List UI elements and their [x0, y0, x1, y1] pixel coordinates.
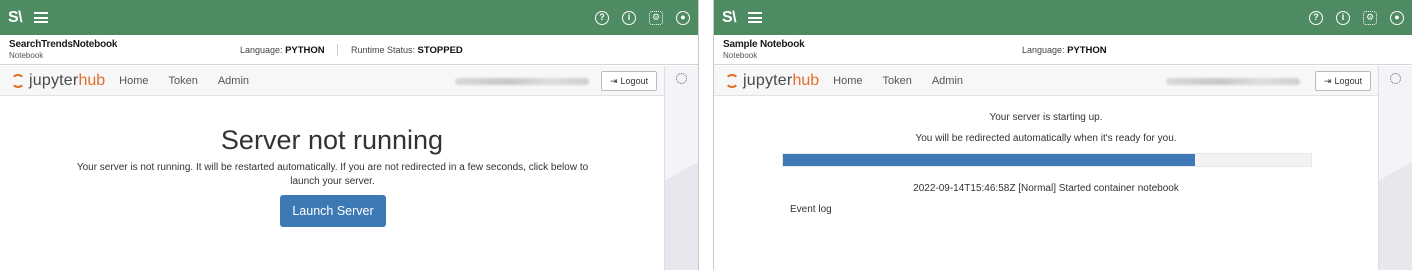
logout-icon: ⇥ [1324, 75, 1332, 86]
notebook-type: Notebook [723, 51, 758, 60]
notebook-type: Notebook [9, 51, 44, 60]
right-sidebar [1378, 66, 1412, 270]
top-icons: ? i ⚙ ● [595, 10, 690, 25]
progress-fill [783, 154, 1195, 166]
logout-button[interactable]: ⇥ Logout [601, 71, 658, 91]
user-icon[interactable]: ● [1390, 10, 1404, 25]
jupyterhub-logo[interactable]: jupyter hub [725, 72, 819, 90]
language-status: Language: PYTHON [240, 45, 325, 56]
divider [337, 44, 338, 56]
info-icon[interactable]: i [1336, 10, 1350, 25]
right-sidebar [664, 66, 698, 270]
page-title: Server not running [220, 125, 444, 155]
runtime-label: Runtime Status: [351, 45, 416, 55]
right-panel: S\ ? i ⚙ ● Sample Notebook Notebook Lang… [714, 0, 1412, 270]
nav-links: Home Token Admin [833, 75, 963, 87]
language-value: PYTHON [285, 45, 325, 56]
runtime-status: Runtime Status: STOPPED [351, 45, 463, 56]
event-log-toggle[interactable]: Event log [790, 204, 832, 215]
hamburger-menu-icon[interactable] [748, 12, 763, 23]
gear-icon[interactable]: ⚙ [649, 10, 663, 25]
language-status: Language: PYTHON [1022, 45, 1107, 56]
runtime-value: STOPPED [417, 45, 463, 56]
notebook-bar: SearchTrendsNotebook Notebook Language: … [0, 35, 698, 65]
launch-server-button[interactable]: Launch Server [280, 195, 386, 227]
jupyter-ring-icon [725, 73, 739, 88]
nav-home[interactable]: Home [119, 75, 148, 87]
left-panel: S\ ? i ⚙ ● SearchTrendsNotebook Notebook… [0, 0, 698, 270]
notebook-name: Sample Notebook [723, 39, 805, 50]
brand-logo[interactable]: S\ [722, 9, 737, 27]
top-bar: S\ ? i ⚙ ● [0, 0, 698, 35]
user-email-blurred [1166, 78, 1300, 85]
jupyterhub-header: jupyter hub Home Token Admin ⇥ Logout [0, 66, 664, 96]
logout-icon: ⇥ [610, 75, 618, 86]
hamburger-menu-icon[interactable] [34, 12, 49, 23]
panel-gap [698, 0, 714, 270]
settings-gear-icon[interactable] [676, 73, 687, 84]
nav-admin[interactable]: Admin [932, 75, 963, 87]
jupyterhub-header: jupyter hub Home Token Admin ⇥ Logout [714, 66, 1378, 96]
top-icons: ? i ⚙ ● [1309, 10, 1404, 25]
help-icon[interactable]: ? [595, 10, 609, 25]
logout-button[interactable]: ⇥ Logout [1315, 71, 1372, 91]
nav-links: Home Token Admin [119, 75, 249, 87]
jupyter-ring-icon [11, 73, 25, 88]
top-bar: S\ ? i ⚙ ● [714, 0, 1412, 35]
progress-bar [782, 153, 1312, 167]
notebook-bar: Sample Notebook Notebook Language: PYTHO… [714, 35, 1412, 65]
brand-logo[interactable]: S\ [8, 9, 23, 27]
nav-admin[interactable]: Admin [218, 75, 249, 87]
nav-home[interactable]: Home [833, 75, 862, 87]
info-icon[interactable]: i [622, 10, 636, 25]
nav-token[interactable]: Token [882, 75, 911, 87]
settings-gear-icon[interactable] [1390, 73, 1401, 84]
screenshot: S\ ? i ⚙ ● SearchTrendsNotebook Notebook… [0, 0, 1412, 270]
help-icon[interactable]: ? [1309, 10, 1323, 25]
event-message: 2022-09-14T15:46:58Z [Normal] Started co… [913, 183, 1179, 194]
starting-message: Your server is starting up. [989, 112, 1103, 123]
jupyterhub-logo[interactable]: jupyter hub [11, 72, 105, 90]
language-value: PYTHON [1067, 45, 1107, 56]
server-message: Your server is not running. It will be r… [76, 162, 589, 187]
nav-token[interactable]: Token [168, 75, 197, 87]
notebook-name: SearchTrendsNotebook [9, 39, 118, 50]
language-label: Language: [240, 45, 283, 55]
user-email-blurred [455, 78, 589, 85]
redirect-message: You will be redirected automatically whe… [915, 133, 1177, 144]
gear-icon[interactable]: ⚙ [1363, 10, 1377, 25]
language-label: Language: [1022, 45, 1065, 55]
user-icon[interactable]: ● [676, 10, 690, 25]
